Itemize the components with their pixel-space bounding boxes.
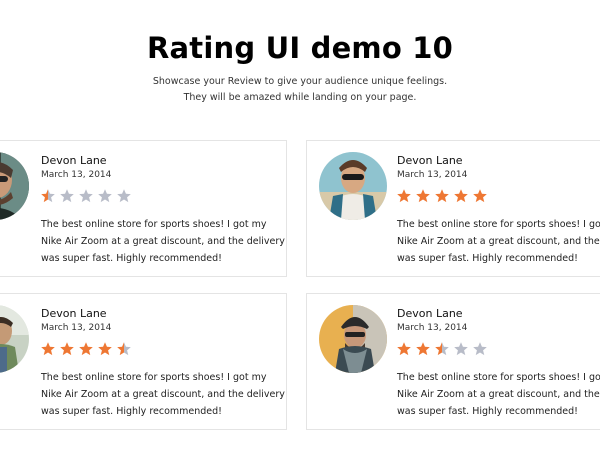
reviewer-name: Devon Lane [41, 307, 107, 320]
star-filled-icon [416, 189, 430, 203]
star-rating [40, 341, 132, 357]
review-card: Devon Lane March 13, 2014 The best onlin… [306, 293, 600, 430]
review-card: Devon Lane March 13, 2014 The best onlin… [0, 140, 287, 277]
star-filled-icon [416, 342, 430, 356]
review-text: The best online store for sports shoes! … [397, 372, 600, 417]
star-half-icon [117, 342, 131, 356]
reviewer-name: Devon Lane [41, 154, 107, 167]
star-filled-icon [98, 342, 112, 356]
reviewer-avatar [0, 305, 29, 373]
star-filled-icon [397, 189, 411, 203]
review-date: March 13, 2014 [397, 170, 468, 180]
review-card: Devon Lane March 13, 2014 The best onlin… [0, 293, 287, 430]
reviewer-name: Devon Lane [397, 307, 463, 320]
review-date: March 13, 2014 [41, 323, 112, 333]
star-filled-icon [41, 342, 55, 356]
review-date: March 13, 2014 [41, 170, 112, 180]
page-subtitle: Showcase your Review to give your audien… [152, 76, 448, 103]
star-empty-icon [454, 342, 468, 356]
reviewer-avatar [0, 152, 29, 220]
reviewer-avatar [319, 152, 387, 220]
star-empty-icon [98, 189, 112, 203]
star-half-icon [41, 189, 55, 203]
review-card: Devon Lane March 13, 2014 The best onlin… [306, 140, 600, 277]
star-empty-icon [79, 189, 93, 203]
review-text: The best online store for sports shoes! … [397, 219, 600, 264]
star-empty-icon [117, 189, 131, 203]
star-empty-icon [60, 189, 74, 203]
review-text: The best online store for sports shoes! … [41, 372, 285, 417]
star-filled-icon [79, 342, 93, 356]
star-filled-icon [435, 189, 449, 203]
page-title: Rating UI demo 10 [146, 31, 454, 65]
review-date: March 13, 2014 [397, 323, 468, 333]
star-filled-icon [454, 189, 468, 203]
star-empty-icon [473, 342, 487, 356]
reviewer-avatar [319, 305, 387, 373]
star-filled-icon [473, 189, 487, 203]
reviewer-name: Devon Lane [397, 154, 463, 167]
star-rating [396, 341, 488, 357]
star-rating [396, 188, 488, 204]
rating-demo-page: Rating UI demo 10 Showcase your Review t… [0, 0, 600, 475]
star-rating [40, 188, 132, 204]
star-filled-icon [60, 342, 74, 356]
review-text: The best online store for sports shoes! … [41, 219, 285, 264]
star-filled-icon [397, 342, 411, 356]
star-half-icon [435, 342, 449, 356]
